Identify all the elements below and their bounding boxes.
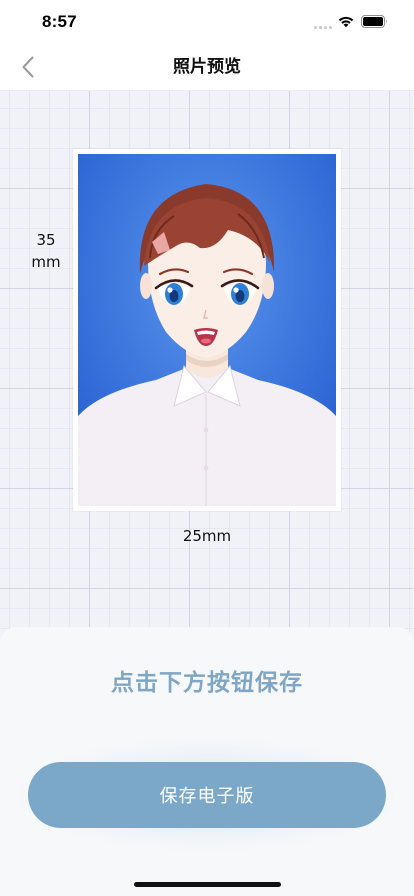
status-time: 8:57 — [42, 12, 77, 31]
chevron-left-icon — [22, 56, 34, 78]
navigation-bar: 照片预览 — [0, 44, 414, 91]
battery-icon — [361, 15, 387, 28]
id-photo — [78, 154, 336, 506]
save-electronic-version-button[interactable]: 保存电子版 — [28, 762, 386, 828]
photo-frame — [73, 149, 341, 511]
save-hint-text: 点击下方按钮保存 — [111, 670, 303, 696]
page-title: 照片预览 — [173, 57, 241, 77]
photo-height-dimension: 35 mm — [24, 229, 68, 273]
height-unit: mm — [31, 253, 61, 271]
status-bar: 8:57 — [0, 0, 414, 44]
cellular-signal-icon — [314, 24, 332, 29]
id-photo-image — [78, 154, 336, 506]
height-value: 35 — [36, 231, 56, 249]
photo-width-dimension: 25mm — [182, 527, 232, 545]
home-indicator — [134, 882, 281, 887]
back-button[interactable] — [10, 48, 46, 86]
wifi-icon — [338, 16, 354, 28]
